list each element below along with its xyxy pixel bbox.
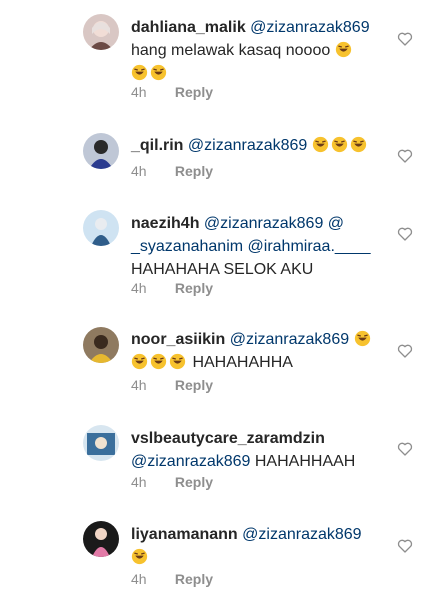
avatar[interactable] <box>83 425 119 461</box>
laughing-emoji-icon <box>312 136 328 153</box>
comment-mention[interactable]: _syazanahanim @irahmiraa.____ <box>131 238 370 255</box>
reply-button[interactable]: Reply <box>175 377 213 393</box>
laughing-emoji-icon <box>335 41 351 58</box>
avatar-image <box>83 521 119 557</box>
heart-icon[interactable] <box>397 538 413 554</box>
comment-mention[interactable]: @zizanrazak869 @ <box>204 215 344 232</box>
comment-text: HAHAHAHHA <box>192 354 293 371</box>
avatar-image <box>83 133 119 169</box>
comment-timestamp: 4h <box>131 280 147 296</box>
comment-username[interactable]: _qil.rin <box>131 137 183 154</box>
laughing-emoji-icon <box>150 64 167 81</box>
comment-timestamp: 4h <box>131 377 147 393</box>
avatar-image <box>83 14 119 50</box>
avatar[interactable] <box>83 521 119 557</box>
comment-text: hang melawak kasaq noooo <box>131 42 331 59</box>
comment-mention[interactable]: @zizanrazak869 <box>188 137 307 154</box>
heart-icon[interactable] <box>397 148 413 164</box>
comment-timestamp: 4h <box>131 163 147 179</box>
avatar[interactable] <box>83 14 119 50</box>
avatar[interactable] <box>83 133 119 169</box>
laughing-emoji-icon <box>131 548 148 565</box>
heart-icon[interactable] <box>397 31 413 47</box>
reply-button[interactable]: Reply <box>175 84 213 100</box>
reply-button[interactable]: Reply <box>175 163 213 179</box>
comment-username[interactable]: naezih4h <box>131 215 199 232</box>
heart-icon[interactable] <box>397 226 413 242</box>
laughing-emoji-icon <box>350 136 366 153</box>
comment-timestamp: 4h <box>131 474 147 490</box>
laughing-emoji-icon <box>150 353 167 370</box>
comment-mention[interactable]: @zizanrazak869 <box>230 331 349 348</box>
reply-button[interactable]: Reply <box>175 280 213 296</box>
laughing-emoji-icon <box>331 136 347 153</box>
comment-username[interactable]: noor_asiikin <box>131 331 225 348</box>
comment-timestamp: 4h <box>131 571 147 587</box>
heart-icon[interactable] <box>397 441 413 457</box>
laughing-emoji-icon <box>169 353 186 370</box>
heart-icon[interactable] <box>397 343 413 359</box>
comment-text: HAHAHAHA SELOK AKU <box>131 261 314 278</box>
laughing-emoji-icon <box>354 330 370 347</box>
laughing-emoji-icon <box>131 353 148 370</box>
comment-username[interactable]: vslbeautycare_zaramdzin <box>131 430 325 447</box>
comment-text: HAHAHHAAH <box>254 453 356 470</box>
comment-username[interactable]: dahliana_malik <box>131 19 246 36</box>
avatar[interactable] <box>83 327 119 363</box>
avatar-image <box>83 327 119 363</box>
comment-timestamp: 4h <box>131 84 147 100</box>
avatar[interactable] <box>83 210 119 246</box>
reply-button[interactable]: Reply <box>175 571 213 587</box>
avatar-image <box>83 425 119 461</box>
reply-button[interactable]: Reply <box>175 474 213 490</box>
comment-username[interactable]: liyanamanann <box>131 526 238 543</box>
comment-mention[interactable]: @zizanrazak869 <box>131 453 250 470</box>
laughing-emoji-icon <box>131 64 148 81</box>
avatar-image <box>83 210 119 246</box>
comment-mention[interactable]: @zizanrazak869 <box>250 19 369 36</box>
comment-mention[interactable]: @zizanrazak869 <box>242 526 361 543</box>
